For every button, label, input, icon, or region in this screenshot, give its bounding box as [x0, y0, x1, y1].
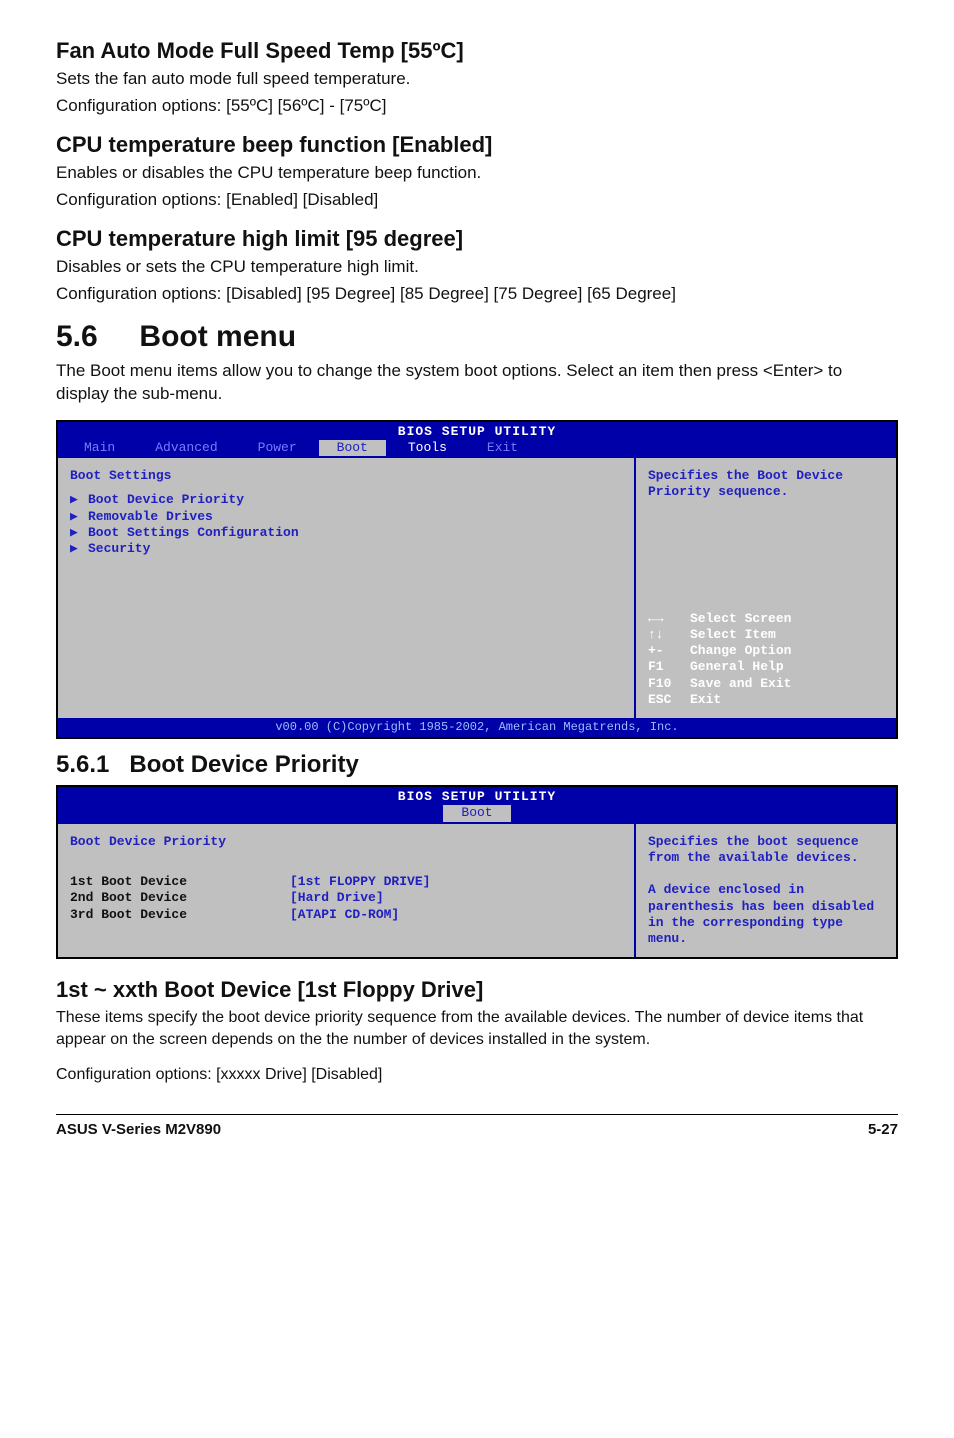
bios1-tabs: Main Advanced Power Boot Tools Exit	[58, 440, 896, 458]
key-arrows-lr-icon: ←→	[648, 611, 690, 627]
text-beep-2: Configuration options: [Enabled] [Disabl…	[56, 189, 898, 212]
bios1-help-keys: ←→Select Screen ↑↓Select Item +-Change O…	[648, 611, 884, 709]
text-xxth-1: These items specify the boot device prio…	[56, 1007, 898, 1050]
text-bootmenu-desc: The Boot menu items allow you to change …	[56, 360, 898, 406]
bios1-tab-main[interactable]: Main	[66, 440, 133, 456]
bios1-tab-boot[interactable]: Boot	[319, 440, 386, 456]
text-fan-1: Sets the fan auto mode full speed temper…	[56, 68, 898, 91]
heading-priority-num: 5.6.1	[56, 751, 109, 778]
footer-right: 5-27	[868, 1121, 898, 1138]
triangle-icon: ▶	[70, 509, 80, 525]
bios1-item-2[interactable]: ▶ Boot Settings Configuration	[70, 525, 622, 541]
bios2-row-0-key: 1st Boot Device	[70, 874, 290, 890]
bios1-tab-tools[interactable]: Tools	[390, 440, 465, 456]
key-label-0: Select Screen	[690, 611, 791, 627]
heading-beep: CPU temperature beep function [Enabled]	[56, 132, 898, 158]
heading-priority-title: Boot Device Priority	[129, 751, 358, 778]
triangle-icon: ▶	[70, 541, 80, 557]
bios1-item-3-label: Security	[88, 541, 150, 557]
bios2-row-0[interactable]: 1st Boot Device [1st FLOPPY DRIVE]	[70, 874, 622, 890]
heading-xxth: 1st ~ xxth Boot Device [1st Floppy Drive…	[56, 977, 898, 1003]
bios2-title: BIOS SETUP UTILITY	[58, 787, 896, 805]
bios2-row-1-val: [Hard Drive]	[290, 890, 384, 906]
bios1-footer: v00.00 (C)Copyright 1985-2002, American …	[58, 718, 896, 737]
page-footer: ASUS V-Series M2V890 5-27	[56, 1114, 898, 1138]
text-beep-1: Enables or disables the CPU temperature …	[56, 162, 898, 185]
bios2-row-2-key: 3rd Boot Device	[70, 907, 290, 923]
bios2-tabs: Boot	[58, 805, 896, 823]
key-plusminus-icon: +-	[648, 643, 690, 659]
text-fan-2: Configuration options: [55ºC] [56ºC] - […	[56, 95, 898, 118]
triangle-icon: ▶	[70, 492, 80, 508]
key-f10-icon: F10	[648, 676, 690, 692]
heading-priority: 5.6.1 Boot Device Priority	[56, 751, 898, 779]
heading-fan: Fan Auto Mode Full Speed Temp [55ºC]	[56, 38, 898, 64]
bios2-row-2[interactable]: 3rd Boot Device [ATAPI CD-ROM]	[70, 907, 622, 923]
bios1-title: BIOS SETUP UTILITY	[58, 422, 896, 440]
bios-window-boot-settings: BIOS SETUP UTILITY Main Advanced Power B…	[56, 420, 898, 740]
text-limit-1: Disables or sets the CPU temperature hig…	[56, 256, 898, 279]
key-arrows-ud-icon: ↑↓	[648, 627, 690, 643]
bios1-tab-advanced[interactable]: Advanced	[137, 440, 235, 456]
bios1-help-text: Specifies the Boot Device Priority seque…	[648, 468, 884, 501]
heading-boot-menu: 5.6 Boot menu	[56, 320, 898, 354]
bios2-help-text: Specifies the boot sequence from the ava…	[648, 834, 884, 948]
heading-boot-num: 5.6	[56, 320, 98, 353]
footer-left: ASUS V-Series M2V890	[56, 1121, 221, 1138]
bios1-item-1-label: Removable Drives	[88, 509, 213, 525]
bios1-item-3[interactable]: ▶ Security	[70, 541, 622, 557]
bios2-row-1[interactable]: 2nd Boot Device [Hard Drive]	[70, 890, 622, 906]
text-xxth-2: Configuration options: [xxxxx Drive] [Di…	[56, 1064, 898, 1086]
bios1-tab-exit[interactable]: Exit	[469, 440, 536, 456]
bios1-tab-power[interactable]: Power	[240, 440, 315, 456]
bios2-row-1-key: 2nd Boot Device	[70, 890, 290, 906]
key-f1-icon: F1	[648, 659, 690, 675]
key-label-2: Change Option	[690, 643, 791, 659]
key-label-4: Save and Exit	[690, 676, 791, 692]
key-esc-icon: ESC	[648, 692, 690, 708]
heading-boot-title: Boot menu	[139, 320, 296, 353]
key-label-3: General Help	[690, 659, 784, 675]
bios2-row-2-val: [ATAPI CD-ROM]	[290, 907, 399, 923]
bios2-row-0-val: [1st FLOPPY DRIVE]	[290, 874, 430, 890]
text-limit-2: Configuration options: [Disabled] [95 De…	[56, 283, 898, 306]
heading-limit: CPU temperature high limit [95 degree]	[56, 226, 898, 252]
key-label-1: Select Item	[690, 627, 776, 643]
triangle-icon: ▶	[70, 525, 80, 541]
bios1-item-0-label: Boot Device Priority	[88, 492, 244, 508]
bios1-item-2-label: Boot Settings Configuration	[88, 525, 299, 541]
bios1-heading: Boot Settings	[70, 468, 622, 484]
key-label-5: Exit	[690, 692, 721, 708]
bios2-heading: Boot Device Priority	[70, 834, 622, 850]
bios1-item-1[interactable]: ▶ Removable Drives	[70, 509, 622, 525]
bios2-tab-boot[interactable]: Boot	[443, 805, 510, 821]
bios1-item-0[interactable]: ▶ Boot Device Priority	[70, 492, 622, 508]
bios-window-boot-priority: BIOS SETUP UTILITY Boot Boot Device Prio…	[56, 785, 898, 959]
